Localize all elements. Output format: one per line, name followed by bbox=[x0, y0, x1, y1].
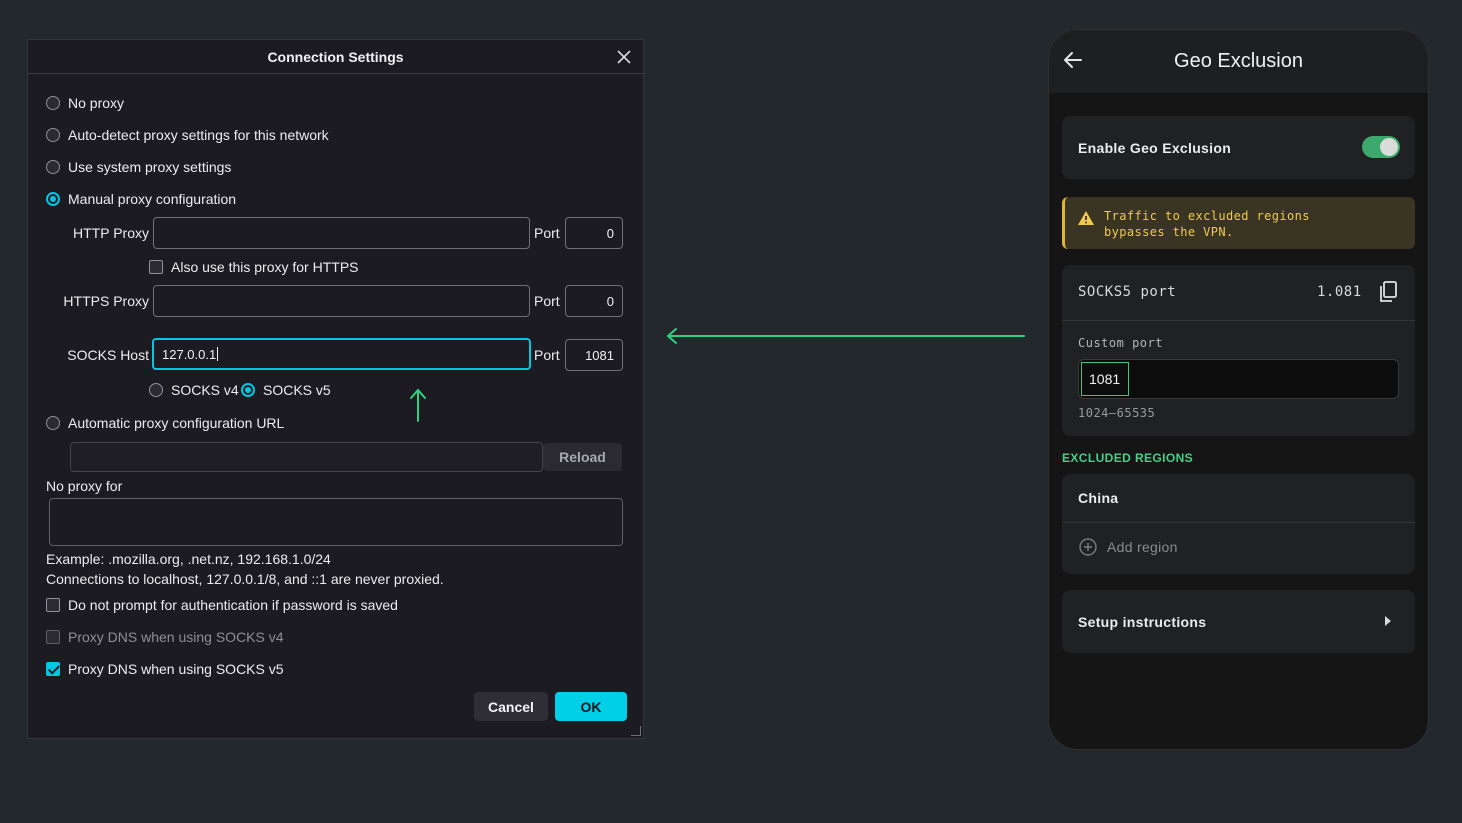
option-auto-url[interactable]: Automatic proxy configuration URL bbox=[46, 415, 284, 431]
proxy-dns-v4-checkbox[interactable] bbox=[46, 630, 60, 644]
radio-system-proxy[interactable] bbox=[46, 160, 60, 174]
socks-host-value: 127.0.0.1 bbox=[162, 346, 217, 362]
up-arrow-annotation-icon bbox=[410, 388, 426, 422]
copy-icon[interactable] bbox=[1378, 281, 1398, 303]
page-title: Geo Exclusion bbox=[1174, 50, 1303, 72]
add-region-button[interactable]: Add region bbox=[1078, 537, 1178, 557]
option-auto-detect[interactable]: Auto-detect proxy settings for this netw… bbox=[46, 127, 329, 143]
no-proxy-for-input[interactable] bbox=[49, 498, 623, 546]
also-https-label: Also use this proxy for HTTPS bbox=[171, 259, 359, 275]
socks-v4-label: SOCKS v4 bbox=[171, 382, 239, 398]
option-manual-proxy-label: Manual proxy configuration bbox=[68, 191, 237, 207]
proxy-dns-v5-checkbox[interactable] bbox=[46, 662, 60, 676]
custom-port-label: Custom port bbox=[1078, 336, 1163, 350]
socks-port-label: Port bbox=[534, 347, 560, 363]
ok-button[interactable]: OK bbox=[555, 692, 627, 721]
also-https-option[interactable]: Also use this proxy for HTTPS bbox=[149, 259, 359, 275]
setup-instructions-label: Setup instructions bbox=[1078, 614, 1207, 630]
add-circle-icon bbox=[1079, 538, 1097, 556]
radio-auto-url[interactable] bbox=[46, 416, 60, 430]
option-system-proxy-label: Use system proxy settings bbox=[68, 159, 232, 175]
radio-socks-v4[interactable] bbox=[149, 383, 163, 397]
divider bbox=[1062, 522, 1415, 523]
option-auto-detect-label: Auto-detect proxy settings for this netw… bbox=[68, 127, 329, 143]
radio-no-proxy[interactable] bbox=[46, 96, 60, 110]
socks5-port-label: SOCKS5 port bbox=[1078, 284, 1177, 300]
http-port-label: Port bbox=[534, 225, 560, 241]
https-proxy-input[interactable] bbox=[153, 285, 530, 317]
dialog-title: Connection Settings bbox=[28, 40, 643, 74]
custom-port-value: 1081 bbox=[1081, 362, 1129, 396]
close-icon[interactable] bbox=[613, 46, 635, 68]
radio-socks-v5[interactable] bbox=[241, 383, 255, 397]
warning-banner: Traffic to excluded regions bypasses the… bbox=[1062, 197, 1415, 249]
https-proxy-label: HTTPS Proxy bbox=[63, 293, 149, 309]
no-proxy-for-label: No proxy for bbox=[46, 478, 123, 494]
option-system-proxy[interactable]: Use system proxy settings bbox=[46, 159, 231, 175]
enable-geo-exclusion-toggle[interactable] bbox=[1362, 136, 1400, 158]
enable-geo-exclusion-label: Enable Geo Exclusion bbox=[1078, 140, 1232, 156]
socks-v4-option[interactable]: SOCKS v4 bbox=[149, 382, 239, 398]
radio-auto-detect[interactable] bbox=[46, 128, 60, 142]
no-prompt-auth-option[interactable]: Do not prompt for authentication if pass… bbox=[46, 597, 398, 613]
http-port-input[interactable]: 0 bbox=[565, 217, 623, 249]
localhost-note: Connections to localhost, 127.0.0.1/8, a… bbox=[46, 571, 444, 587]
option-no-proxy[interactable]: No proxy bbox=[46, 95, 124, 111]
add-region-label: Add region bbox=[1107, 539, 1178, 555]
geo-exclusion-screen: Geo Exclusion Enable Geo Exclusion Traff… bbox=[1048, 29, 1429, 750]
socks-host-input[interactable]: 127.0.0.1 bbox=[152, 338, 531, 370]
left-arrow-annotation-icon bbox=[666, 328, 1025, 344]
proxy-dns-v4-label: Proxy DNS when using SOCKS v4 bbox=[68, 629, 284, 645]
setup-instructions-row[interactable]: Setup instructions bbox=[1062, 590, 1415, 653]
region-item[interactable]: China bbox=[1078, 490, 1118, 506]
text-caret bbox=[217, 347, 219, 361]
http-proxy-label: HTTP Proxy bbox=[73, 225, 149, 241]
resize-grip-icon[interactable] bbox=[631, 726, 641, 736]
phone-header: Geo Exclusion bbox=[1049, 30, 1428, 93]
example-text: Example: .mozilla.org, .net.nz, 192.168.… bbox=[46, 551, 331, 567]
socks-host-label: SOCKS Host bbox=[67, 347, 149, 363]
option-no-proxy-label: No proxy bbox=[68, 95, 125, 111]
auto-url-input[interactable] bbox=[70, 442, 543, 472]
warning-text: Traffic to excluded regions bypasses the… bbox=[1104, 209, 1310, 239]
socks-v5-option[interactable]: SOCKS v5 bbox=[241, 382, 331, 398]
no-prompt-auth-label: Do not prompt for authentication if pass… bbox=[68, 597, 398, 613]
socks5-port-value: 1.081 bbox=[1317, 284, 1362, 300]
proxy-dns-v5-option[interactable]: Proxy DNS when using SOCKS v5 bbox=[46, 661, 284, 677]
also-https-checkbox[interactable] bbox=[149, 260, 163, 274]
https-port-input[interactable]: 0 bbox=[565, 285, 623, 317]
proxy-dns-v4-option[interactable]: Proxy DNS when using SOCKS v4 bbox=[46, 629, 284, 645]
proxy-dns-v5-label: Proxy DNS when using SOCKS v5 bbox=[68, 661, 284, 677]
chevron-right-icon bbox=[1385, 616, 1391, 626]
reload-button[interactable]: Reload bbox=[543, 443, 622, 471]
excluded-regions-heading: EXCLUDED REGIONS bbox=[1062, 451, 1194, 465]
radio-manual-proxy[interactable] bbox=[46, 192, 60, 206]
cancel-button[interactable]: Cancel bbox=[474, 692, 548, 721]
port-range-hint: 1024–65535 bbox=[1078, 406, 1156, 420]
divider bbox=[1062, 320, 1415, 321]
excluded-regions-card: China Add region bbox=[1062, 474, 1415, 574]
connection-settings-dialog: Connection Settings No proxy Auto-detect… bbox=[27, 39, 644, 739]
socks-v5-label: SOCKS v5 bbox=[263, 382, 331, 398]
https-port-label: Port bbox=[534, 293, 560, 309]
option-manual-proxy[interactable]: Manual proxy configuration bbox=[46, 191, 236, 207]
option-auto-url-label: Automatic proxy configuration URL bbox=[68, 415, 285, 431]
warning-icon bbox=[1078, 211, 1094, 225]
http-proxy-input[interactable] bbox=[153, 217, 530, 249]
no-prompt-auth-checkbox[interactable] bbox=[46, 598, 60, 612]
custom-port-input[interactable]: 1081 bbox=[1078, 359, 1399, 399]
socks5-port-card: SOCKS5 port 1.081 Custom port 1081 1024–… bbox=[1062, 265, 1415, 436]
socks-port-input[interactable]: 1081 bbox=[565, 339, 623, 371]
enable-geo-exclusion-card: Enable Geo Exclusion bbox=[1062, 116, 1415, 179]
